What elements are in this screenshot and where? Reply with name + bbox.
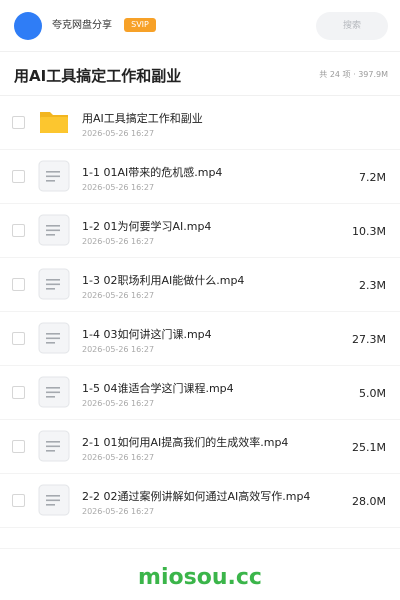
- watermark-text: miosou.cc: [138, 565, 262, 590]
- item-size: 10.3M: [352, 225, 386, 238]
- item-name[interactable]: 1-5 04谁适合学这门课程.mp4: [82, 382, 234, 396]
- svip-badge: SVIP: [124, 18, 156, 32]
- select-checkbox[interactable]: [12, 332, 25, 345]
- item-date: 2026-05-26 16:27: [82, 237, 155, 246]
- item-name[interactable]: 2-2 02通过案例讲解如何通过AI高效写作.mp4: [82, 490, 310, 504]
- item-size: 25.1M: [352, 441, 386, 454]
- select-checkbox[interactable]: [12, 116, 25, 129]
- item-size: 2.3M: [359, 279, 386, 292]
- item-size: 27.3M: [352, 333, 386, 346]
- item-date: 2026-05-26 16:27: [82, 507, 155, 516]
- item-name[interactable]: 用AI工具搞定工作和副业: [82, 112, 203, 126]
- item-date: 2026-05-26 16:27: [82, 399, 155, 408]
- list-item[interactable]: 用AI工具搞定工作和副业 2026-05-26 16:27: [0, 96, 400, 150]
- folder-title-bar: 用AI工具搞定工作和副业 共 24 项 · 397.9M: [0, 52, 400, 96]
- item-count-summary: 共 24 项 · 397.9M: [319, 70, 388, 79]
- document-icon: [38, 322, 70, 354]
- item-size: 7.2M: [359, 171, 386, 184]
- item-size: 28.0M: [352, 495, 386, 508]
- document-icon: [38, 430, 70, 462]
- select-checkbox[interactable]: [12, 278, 25, 291]
- item-name[interactable]: 1-2 01为何要学习AI.mp4: [82, 220, 211, 234]
- item-date: 2026-05-26 16:27: [82, 183, 155, 192]
- select-checkbox[interactable]: [12, 494, 25, 507]
- item-name[interactable]: 1-1 01AI带来的危机感.mp4: [82, 166, 222, 180]
- document-icon: [38, 214, 70, 246]
- item-date: 2026-05-26 16:27: [82, 129, 155, 138]
- document-icon: [38, 268, 70, 300]
- folder-icon: [40, 112, 68, 133]
- item-name[interactable]: 1-3 02职场利用AI能做什么.mp4: [82, 274, 244, 288]
- select-checkbox[interactable]: [12, 224, 25, 237]
- search-input[interactable]: 搜索: [316, 12, 388, 40]
- item-date: 2026-05-26 16:27: [82, 291, 155, 300]
- select-checkbox[interactable]: [12, 170, 25, 183]
- list-item[interactable]: 2-1 01如何用AI提高我们的生成效率.mp4 2026-05-26 16:2…: [0, 420, 400, 474]
- item-date: 2026-05-26 16:27: [82, 453, 155, 462]
- list-item[interactable]: 1-2 01为何要学习AI.mp4 2026-05-26 16:27 10.3M: [0, 204, 400, 258]
- select-checkbox[interactable]: [12, 440, 25, 453]
- avatar[interactable]: [14, 12, 42, 40]
- document-icon: [38, 376, 70, 408]
- item-name[interactable]: 2-1 01如何用AI提高我们的生成效率.mp4: [82, 436, 288, 450]
- list-item[interactable]: 1-5 04谁适合学这门课程.mp4 2026-05-26 16:27 5.0M: [0, 366, 400, 420]
- document-icon: [38, 160, 70, 192]
- item-size: 5.0M: [359, 387, 386, 400]
- item-name[interactable]: 1-4 03如何讲这门课.mp4: [82, 328, 212, 342]
- file-list: 用AI工具搞定工作和副业 2026-05-26 16:27 1-1 01AI带来…: [0, 96, 400, 528]
- list-item[interactable]: 2-2 02通过案例讲解如何通过AI高效写作.mp4 2026-05-26 16…: [0, 474, 400, 528]
- divider: [0, 548, 400, 549]
- share-header: 夸克网盘分享 SVIP 搜索: [0, 0, 400, 52]
- list-item[interactable]: 1-4 03如何讲这门课.mp4 2026-05-26 16:27 27.3M: [0, 312, 400, 366]
- document-icon: [38, 484, 70, 516]
- list-item[interactable]: 1-1 01AI带来的危机感.mp4 2026-05-26 16:27 7.2M: [0, 150, 400, 204]
- item-date: 2026-05-26 16:27: [82, 345, 155, 354]
- list-item[interactable]: 1-3 02职场利用AI能做什么.mp4 2026-05-26 16:27 2.…: [0, 258, 400, 312]
- share-name: 夸克网盘分享: [52, 20, 112, 31]
- page-title: 用AI工具搞定工作和副业: [14, 67, 182, 85]
- select-checkbox[interactable]: [12, 386, 25, 399]
